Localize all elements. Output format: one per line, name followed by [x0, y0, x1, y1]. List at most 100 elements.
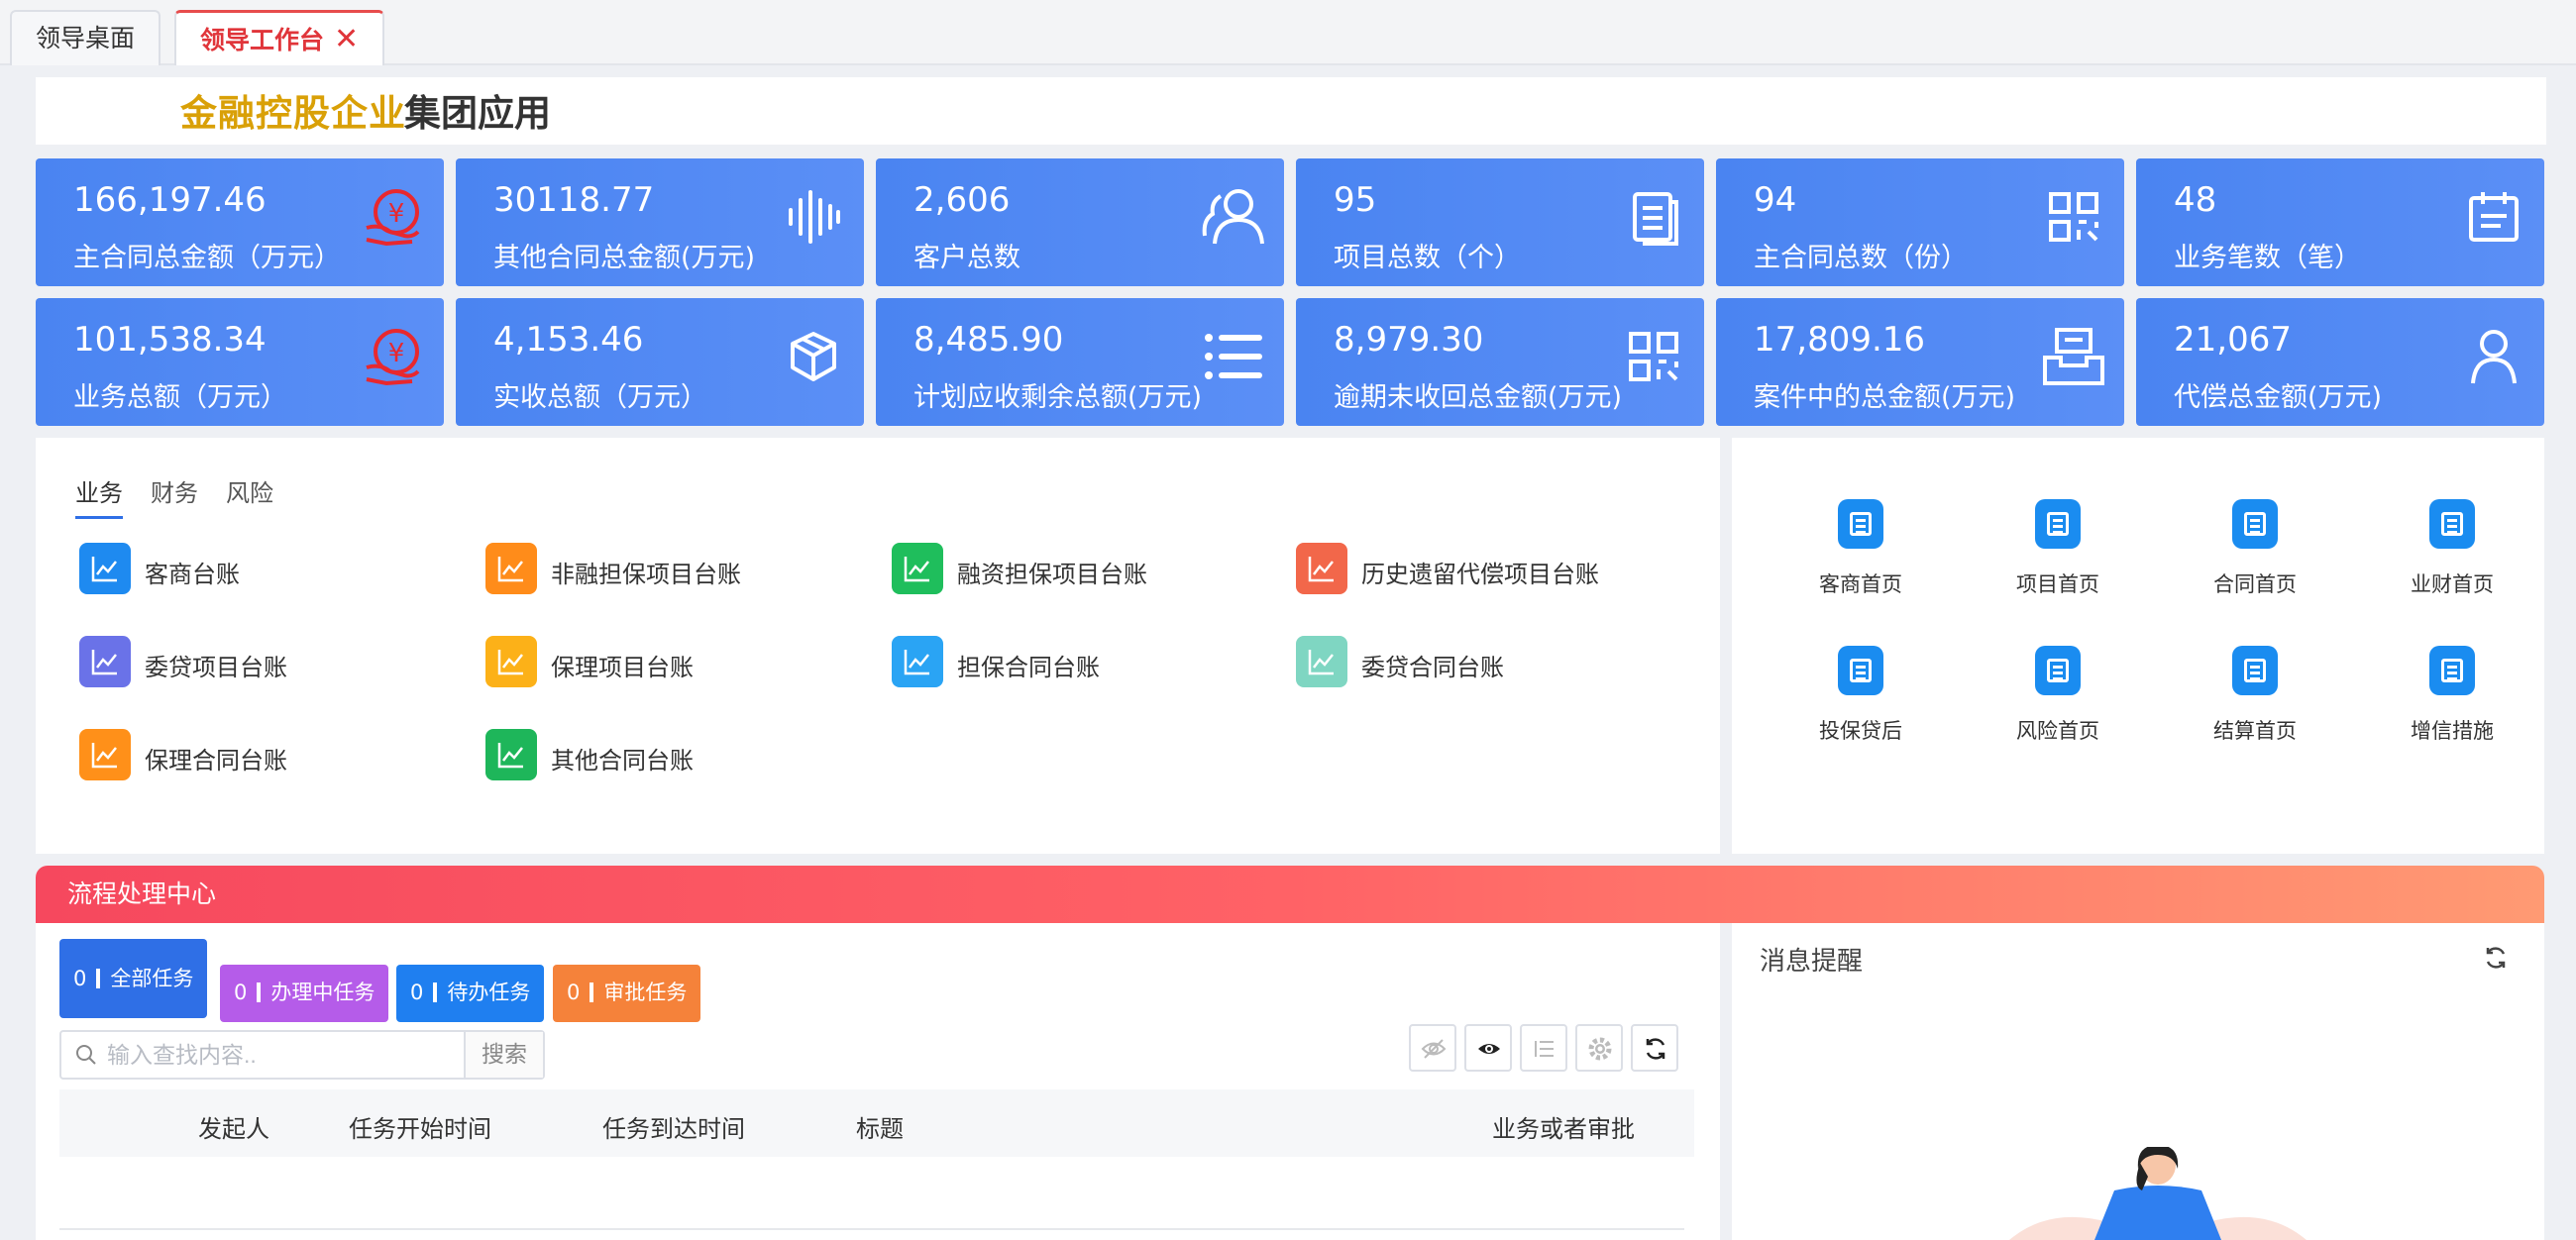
- stat-value: 101,538.34: [73, 320, 267, 360]
- empty-state-illustration: [2009, 1147, 2307, 1240]
- stat-card[interactable]: 8,485.90 计划应收剩余总额(万元): [876, 298, 1284, 426]
- stat-label: 其他合同总金额(万元): [493, 243, 756, 273]
- chart-line-icon: [79, 729, 131, 780]
- ledger-item[interactable]: 融资担保项目台账: [892, 543, 1189, 598]
- ledger-item[interactable]: 其他合同台账: [485, 729, 783, 784]
- search-button[interactable]: 搜索: [464, 1032, 543, 1078]
- tree-view-button[interactable]: [1520, 1024, 1567, 1072]
- chart-line-icon: [1296, 543, 1347, 594]
- task-count: 0: [73, 967, 87, 990]
- eye-icon: [1478, 1044, 1500, 1054]
- task-filter-approval[interactable]: 0 审批任务: [553, 965, 701, 1022]
- chart-line-icon: [485, 729, 537, 780]
- tab-label: 领导工作台: [200, 26, 325, 54]
- ledger-panel: 业务 财务 风险 客商台账 非融担保项目台账 融资担保项目台账 历史遗留代偿项目台账…: [36, 438, 1720, 854]
- quicknav-item[interactable]: 业财首页: [2383, 499, 2522, 598]
- stat-card[interactable]: 4,153.46 实收总额（万元）: [456, 298, 864, 426]
- tab-label: 领导桌面: [36, 24, 136, 52]
- tab-business[interactable]: 业务: [75, 473, 123, 519]
- ledger-item[interactable]: 非融担保项目台账: [485, 543, 783, 598]
- cube-icon: [791, 332, 836, 381]
- ledger-item-label: 委贷合同台账: [1361, 654, 1504, 681]
- column-header[interactable]: 发起人: [198, 1109, 269, 1144]
- quicknav-label: 业财首页: [2411, 572, 2494, 596]
- stat-value: 166,197.46: [73, 180, 267, 220]
- quicknav-item[interactable]: 结算首页: [2186, 646, 2324, 745]
- stat-label: 业务总额（万元）: [73, 382, 287, 413]
- refresh-button[interactable]: [1631, 1024, 1678, 1072]
- app-name: 集团应用: [404, 92, 551, 135]
- chart-line-icon: [485, 543, 537, 594]
- process-center-header: 流程处理中心: [36, 866, 2544, 923]
- tab-leader-workbench[interactable]: 领导工作台 ✕: [174, 10, 385, 65]
- quicknav-label: 合同首页: [2213, 572, 2297, 596]
- ledger-item-label: 客商台账: [145, 561, 240, 588]
- stat-card[interactable]: 95 项目总数（个）: [1296, 158, 1704, 286]
- stat-card[interactable]: 101,538.34 业务总额（万元） ¥: [36, 298, 444, 426]
- column-header[interactable]: 任务开始时间: [349, 1109, 491, 1144]
- hide-columns-button[interactable]: [1409, 1024, 1456, 1072]
- stat-card[interactable]: 48 业务笔数（笔）: [2136, 158, 2544, 286]
- stat-card[interactable]: 2,606 客户总数: [876, 158, 1284, 286]
- stat-label: 客户总数: [913, 243, 1020, 273]
- task-filter-in-progress[interactable]: 0 办理中任务: [220, 965, 389, 1022]
- message-panel-title: 消息提醒: [1760, 947, 1864, 977]
- tab-leader-desktop[interactable]: 领导桌面: [10, 10, 161, 65]
- quicknav-item[interactable]: 风险首页: [1988, 646, 2127, 745]
- ledger-item[interactable]: 保理项目台账: [485, 636, 783, 691]
- app-icon: [2429, 499, 2475, 549]
- stat-value: 17,809.16: [1754, 320, 1926, 360]
- stat-value: 8,485.90: [913, 320, 1064, 360]
- ledger-item-label: 担保合同台账: [957, 654, 1100, 681]
- ledger-item-label: 非融担保项目台账: [551, 561, 741, 588]
- stat-label: 主合同总金额（万元）: [73, 243, 341, 273]
- ledger-item-label: 融资担保项目台账: [957, 561, 1147, 588]
- chart-line-icon: [892, 636, 943, 687]
- stat-value: 48: [2174, 180, 2217, 220]
- quicknav-label: 结算首页: [2213, 719, 2297, 743]
- quicknav-item[interactable]: 合同首页: [2186, 499, 2324, 598]
- list-icon: [1205, 334, 1262, 379]
- refresh-icon: [1646, 1038, 1665, 1060]
- stat-card[interactable]: 17,809.16 案件中的总金额(万元): [1716, 298, 2124, 426]
- chart-line-icon: [79, 636, 131, 687]
- quicknav-item[interactable]: 客商首页: [1791, 499, 1930, 598]
- stat-card[interactable]: 8,979.30 逾期未收回总金额(万元): [1296, 298, 1704, 426]
- column-header[interactable]: 业务或者审批: [1492, 1109, 1635, 1144]
- task-filter-all[interactable]: 0 全部任务: [59, 939, 208, 1018]
- brand-name: 金融控股企业: [180, 92, 406, 135]
- quicknav-label: 客商首页: [1819, 572, 1902, 596]
- column-header[interactable]: 任务到达时间: [602, 1109, 745, 1144]
- stat-card[interactable]: 94 主合同总数（份）: [1716, 158, 2124, 286]
- stat-value: 4,153.46: [493, 320, 644, 360]
- app-icon: [1838, 646, 1883, 695]
- column-header[interactable]: 标题: [856, 1109, 904, 1144]
- ledger-item[interactable]: 保理合同台账: [79, 729, 376, 784]
- process-center-body: 0 全部任务 0 办理中任务 0 待办任务 0 审批任务 搜索 发起人 任务开始时间 任…: [36, 923, 1720, 1240]
- settings-button[interactable]: [1575, 1024, 1623, 1072]
- grid-icon: [1629, 332, 1678, 381]
- quicknav-item[interactable]: 项目首页: [1988, 499, 2127, 598]
- stat-card[interactable]: 166,197.46 主合同总金额（万元） ¥: [36, 158, 444, 286]
- ledger-item-label: 委贷项目台账: [145, 654, 287, 681]
- stat-card[interactable]: 30118.77 其他合同总金额(万元): [456, 158, 864, 286]
- quicknav-item[interactable]: 投保贷后: [1791, 646, 1930, 745]
- ledger-item[interactable]: 担保合同台账: [892, 636, 1189, 691]
- stat-card[interactable]: 21,067 代偿总金额(万元): [2136, 298, 2544, 426]
- tab-risk[interactable]: 风险: [226, 473, 273, 516]
- inbox-icon: [2043, 328, 2104, 385]
- ledger-item[interactable]: 委贷项目台账: [79, 636, 376, 691]
- show-columns-button[interactable]: [1464, 1024, 1512, 1072]
- quicknav-item[interactable]: 增信措施: [2383, 646, 2522, 745]
- search-input[interactable]: [107, 1032, 464, 1078]
- close-icon[interactable]: ✕: [334, 22, 359, 56]
- ledger-item[interactable]: 客商台账: [79, 543, 376, 598]
- stat-value: 95: [1334, 180, 1377, 220]
- refresh-icon[interactable]: [2483, 945, 2509, 971]
- stat-value: 30118.77: [493, 180, 655, 220]
- ledger-item[interactable]: 委贷合同台账: [1296, 636, 1593, 691]
- tab-finance[interactable]: 财务: [151, 473, 198, 516]
- ledger-item[interactable]: 历史遗留代偿项目台账: [1296, 543, 1633, 598]
- calendar-icon: [2469, 192, 2519, 242]
- task-filter-todo[interactable]: 0 待办任务: [396, 965, 545, 1022]
